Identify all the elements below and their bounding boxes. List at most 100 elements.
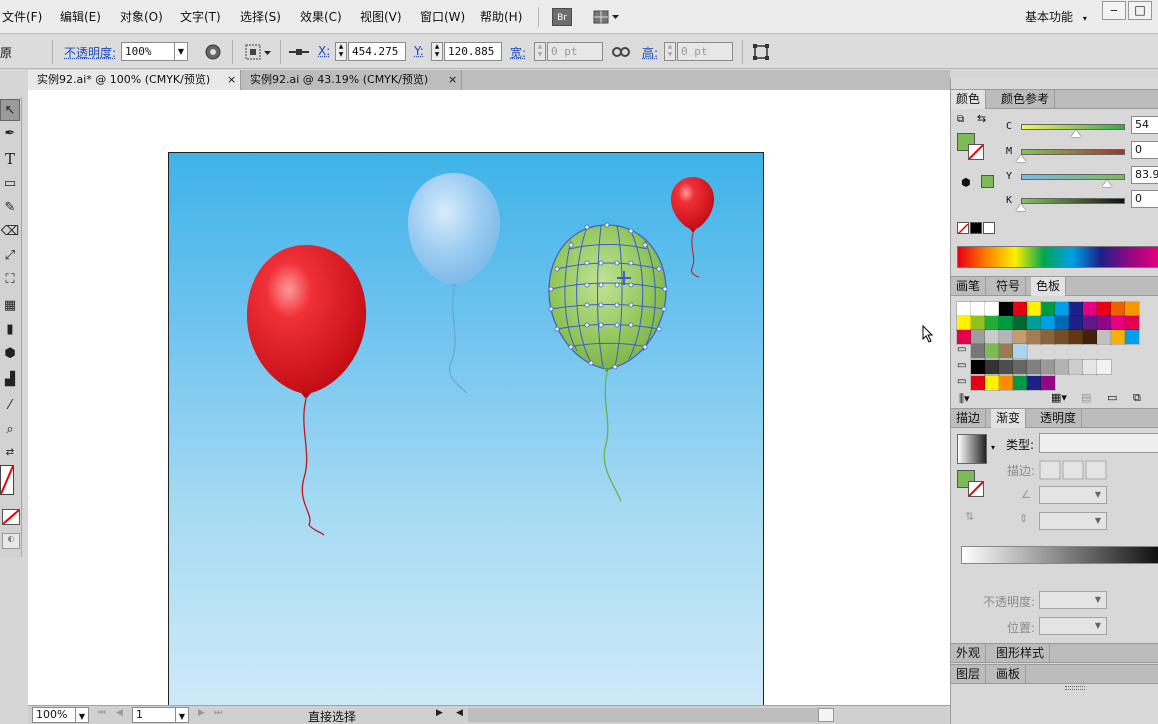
stroke-none-swatch[interactable]	[968, 144, 984, 160]
color-swatch[interactable]	[1096, 301, 1112, 317]
color-swatch[interactable]	[1012, 343, 1028, 359]
rectangle-tool[interactable]: ▭	[0, 173, 20, 195]
location-dropdown[interactable]: ▼	[1091, 619, 1105, 635]
status-menu-arrow-icon[interactable]: ▶	[436, 708, 443, 718]
color-swatch[interactable]	[1040, 359, 1056, 375]
color-swatch[interactable]	[1082, 329, 1098, 345]
color-swatch[interactable]	[1040, 329, 1056, 345]
menu-effect[interactable]: 效果(C)	[300, 8, 342, 25]
menu-edit[interactable]: 编辑(E)	[60, 8, 101, 25]
black-swatch[interactable]	[970, 222, 982, 234]
color-swatch[interactable]	[970, 343, 986, 359]
color-swatch[interactable]	[1054, 329, 1070, 345]
color-swatch[interactable]	[1040, 315, 1056, 331]
swatch-library-icon[interactable]: ⫼▾	[959, 392, 970, 406]
pencil-tool[interactable]: ✎	[0, 197, 20, 219]
eyedropper-tool[interactable]: ⁄	[0, 395, 20, 417]
color-swatch[interactable]	[1012, 301, 1028, 317]
pen-tool[interactable]: ✒	[0, 123, 20, 145]
color-swatch[interactable]	[1124, 315, 1140, 331]
color-swatch[interactable]	[1012, 315, 1028, 331]
perspective-grid-tool[interactable]: ▦	[0, 295, 20, 317]
channel-slider-track[interactable]	[1021, 149, 1125, 155]
color-swatch[interactable]	[998, 343, 1014, 359]
x-input[interactable]: 454.275	[348, 42, 406, 61]
width-stepper[interactable]: ▲ ▼	[534, 42, 546, 61]
color-swatch[interactable]	[1110, 315, 1126, 331]
stroke-gradient-buttons[interactable]	[1039, 460, 1109, 480]
swatch-options-icon[interactable]: ▤	[1081, 391, 1091, 404]
color-swatch[interactable]	[984, 315, 1000, 331]
out-of-gamut-icon[interactable]: ⬢	[961, 176, 971, 189]
maximize-button[interactable]: □	[1128, 1, 1152, 20]
next-page-icon[interactable]: ▶	[198, 708, 205, 718]
none-color-button[interactable]	[2, 509, 20, 525]
scrollbar-thumb[interactable]	[818, 708, 834, 722]
graph-tool[interactable]: ▟	[0, 369, 20, 391]
tab-graphic-styles[interactable]: 图形样式	[991, 644, 1051, 663]
panel-grip-icon[interactable]	[1065, 686, 1085, 690]
new-swatch-icon[interactable]: ⧉	[1133, 391, 1141, 405]
page-dropdown[interactable]: ▼	[175, 707, 189, 723]
menu-view[interactable]: 视图(V)	[360, 8, 402, 25]
color-swatch[interactable]	[1068, 359, 1084, 375]
angle-dropdown[interactable]: ▼	[1091, 488, 1105, 504]
channel-slider-thumb[interactable]	[1071, 130, 1082, 137]
horizontal-scrollbar[interactable]	[468, 708, 818, 722]
tab-symbols[interactable]: 符号	[991, 277, 1027, 296]
menu-window[interactable]: 窗口(W)	[420, 8, 465, 25]
gradient-opacity-dropdown[interactable]: ▼	[1091, 593, 1105, 609]
color-swatch[interactable]	[1068, 315, 1084, 331]
red-balloon-large[interactable]	[246, 245, 367, 394]
scale-tool[interactable]: ⤢	[0, 245, 20, 267]
reference-point-icon[interactable]	[288, 44, 310, 63]
default-colors-icon[interactable]: ⧉	[957, 114, 964, 125]
color-swatch[interactable]	[984, 343, 1000, 359]
gradient-preview[interactable]	[957, 434, 987, 464]
color-swatch[interactable]	[998, 301, 1014, 317]
direct-selection-tool[interactable]: ↖	[0, 99, 20, 121]
reverse-gradient-icon[interactable]: ⇅	[965, 510, 974, 523]
color-swatch[interactable]	[984, 329, 1000, 345]
color-swatch[interactable]	[1012, 359, 1028, 375]
gamut-color-swatch[interactable]	[981, 175, 994, 188]
color-swatch[interactable]	[1026, 329, 1042, 345]
menu-select[interactable]: 选择(S)	[240, 8, 281, 25]
opacity-input[interactable]: 100%	[121, 42, 175, 61]
color-swatch[interactable]	[998, 315, 1014, 331]
color-swatch[interactable]	[1082, 359, 1098, 375]
tab-appearance[interactable]: 外观	[951, 644, 987, 663]
color-swatch[interactable]	[1026, 375, 1042, 391]
color-swatch[interactable]	[1082, 301, 1098, 317]
channel-slider-track[interactable]	[1021, 198, 1125, 204]
color-swatch[interactable]	[1124, 329, 1140, 345]
menu-type[interactable]: 文字(T)	[180, 8, 221, 25]
blue-balloon[interactable]	[407, 173, 501, 285]
link-icon[interactable]	[612, 43, 630, 64]
red-balloon-small[interactable]	[670, 177, 715, 230]
artboard[interactable]	[168, 152, 764, 712]
color-swatch[interactable]	[956, 315, 972, 331]
channel-slider-thumb[interactable]	[1016, 155, 1026, 162]
color-swatch[interactable]	[1054, 301, 1070, 317]
none-swatch[interactable]	[957, 222, 969, 235]
gradient-type-select[interactable]	[1039, 433, 1158, 453]
color-swatch[interactable]	[1110, 329, 1126, 345]
color-swatch[interactable]	[1054, 315, 1070, 331]
arrange-documents-button[interactable]	[592, 8, 622, 26]
white-swatch[interactable]	[983, 222, 995, 234]
color-swatch[interactable]	[1096, 315, 1112, 331]
color-swatch[interactable]	[984, 359, 1000, 375]
page-field[interactable]: 1	[132, 707, 176, 723]
color-swatch[interactable]	[1068, 329, 1084, 345]
type-tool[interactable]: T	[0, 148, 20, 170]
last-page-icon[interactable]: ⏭	[214, 708, 222, 718]
tab-color[interactable]: 颜色	[951, 90, 987, 109]
channel-value-field[interactable]: 54	[1131, 116, 1158, 134]
new-color-group-icon[interactable]: ▭	[1107, 391, 1117, 404]
opacity-label[interactable]: 不透明度:	[64, 44, 116, 61]
workspace-switcher[interactable]: 基本功能 ▾	[1025, 8, 1087, 25]
width-label[interactable]: 宽:	[510, 44, 526, 61]
color-swatch[interactable]	[956, 301, 972, 317]
tab-brushes[interactable]: 画笔	[951, 277, 987, 296]
